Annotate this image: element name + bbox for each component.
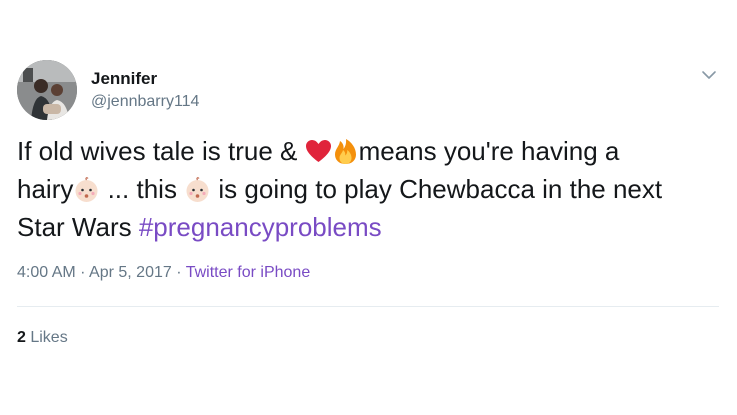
red-heart-icon bbox=[305, 138, 332, 165]
meta-separator: · bbox=[171, 264, 186, 281]
baby-face-icon bbox=[73, 176, 100, 203]
tweet-line-3: Star Wars #pregnancyproblems bbox=[17, 208, 717, 246]
tweet-metadata: 4:00 AM · Apr 5, 2017 · Twitter for iPho… bbox=[17, 264, 310, 282]
tweet-text-segment: ... this bbox=[100, 174, 185, 204]
chevron-down-icon[interactable] bbox=[700, 68, 718, 82]
likes-count: 2 bbox=[17, 329, 26, 346]
tweet-text-segment: means you're having a bbox=[358, 136, 620, 166]
tweet-card: Jennifer @jennbarry114 If old wives tale… bbox=[0, 0, 737, 415]
avatar[interactable] bbox=[17, 60, 77, 120]
divider bbox=[17, 306, 719, 307]
baby-face-icon bbox=[184, 176, 211, 203]
tweet-text: If old wives tale is true & means you're… bbox=[17, 132, 717, 246]
likes-stat[interactable]: 2 Likes bbox=[17, 329, 68, 347]
tweet-source-link[interactable]: Twitter for iPhone bbox=[186, 264, 311, 281]
tweet-line-2: hairy ... this is going to play Chewbacc… bbox=[17, 170, 717, 208]
tweet-line-1: If old wives tale is true & means you're… bbox=[17, 132, 717, 170]
hashtag-link[interactable]: #pregnancyproblems bbox=[139, 212, 382, 242]
tweet-text-segment: If old wives tale is true & bbox=[17, 136, 305, 166]
tweet-time[interactable]: 4:00 AM bbox=[17, 264, 76, 281]
display-name[interactable]: Jennifer bbox=[91, 69, 157, 89]
tweet-text-segment: is going to play Chewbacca in the next bbox=[211, 174, 663, 204]
meta-separator: · bbox=[75, 264, 90, 281]
avatar-photo-icon bbox=[17, 60, 77, 120]
fire-icon bbox=[332, 138, 359, 165]
tweet-text-segment: hairy bbox=[17, 174, 74, 204]
tweet-text-segment: Star Wars bbox=[17, 212, 139, 242]
tweet-date[interactable]: Apr 5, 2017 bbox=[89, 264, 172, 281]
username-handle[interactable]: @jennbarry114 bbox=[91, 93, 199, 111]
likes-label: Likes bbox=[25, 329, 68, 346]
